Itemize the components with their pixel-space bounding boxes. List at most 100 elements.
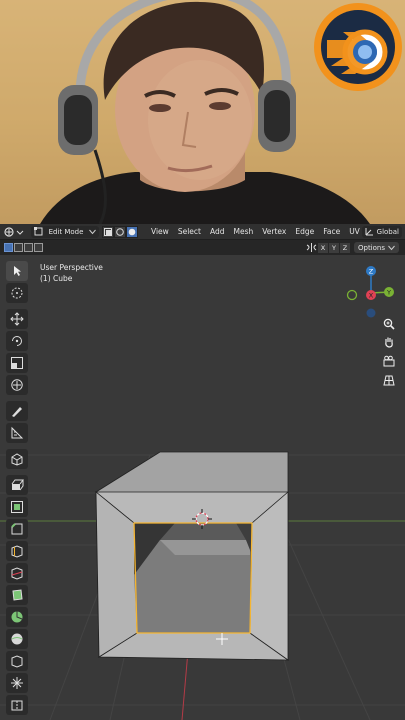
bevel-tool[interactable] — [5, 519, 28, 539]
poly-build-tool[interactable] — [5, 585, 28, 605]
zoom-icon — [383, 318, 395, 330]
rotate-icon — [11, 336, 22, 346]
rip-tool[interactable] — [5, 695, 28, 715]
solid-shading-icon — [128, 228, 136, 235]
mirror-x-toggle[interactable]: X — [317, 242, 328, 253]
poly-build-icon — [11, 589, 23, 601]
select-box-icon — [13, 266, 21, 276]
shrink-fatten-tool[interactable] — [5, 673, 28, 693]
menu-add[interactable]: Add — [210, 227, 225, 236]
selection-mode-group — [4, 243, 43, 252]
chevron-down-icon — [388, 245, 395, 250]
mode-label: Edit Mode — [48, 227, 84, 236]
inset-tool[interactable] — [5, 497, 28, 517]
loop-cut-tool[interactable] — [5, 541, 28, 561]
scale-tool[interactable] — [5, 353, 28, 373]
xray-icon — [104, 227, 112, 236]
edit-mode-icon — [34, 227, 43, 236]
chevron-down-icon — [89, 229, 96, 234]
menu-select[interactable]: Select — [178, 227, 201, 236]
menu-view[interactable]: View — [151, 227, 169, 236]
edge-slide-tool[interactable] — [5, 651, 28, 671]
measure-tool[interactable] — [5, 423, 28, 443]
scene-render — [0, 451, 405, 720]
editor-header: Edit Mode View Select Add Mesh Vertex Ed… — [0, 224, 405, 240]
xray-toggle[interactable] — [102, 225, 114, 238]
menu-edge[interactable]: Edge — [295, 227, 314, 236]
mirror-y-toggle[interactable]: Y — [328, 242, 339, 253]
perspective-toggle-button[interactable] — [381, 372, 397, 388]
inset-icon — [10, 501, 23, 513]
gizmo-z-label: Z — [369, 268, 374, 276]
smooth-tool[interactable] — [5, 629, 28, 649]
smooth-icon — [11, 633, 22, 645]
zoom-button[interactable] — [381, 316, 397, 332]
camera-icon — [383, 355, 395, 367]
cursor-tool[interactable] — [5, 283, 28, 303]
orientation-axes-icon — [365, 228, 373, 236]
wireframe-icon — [116, 227, 124, 236]
options-dropdown[interactable]: Options — [353, 242, 399, 253]
rip-icon — [11, 700, 22, 711]
annotate-tool[interactable] — [5, 401, 28, 421]
scale-icon — [10, 357, 23, 369]
edge-select-button[interactable] — [14, 243, 23, 252]
extrude-tool[interactable] — [5, 475, 28, 495]
gizmo-neg-y-axis[interactable] — [346, 289, 358, 301]
bevel-icon — [10, 523, 22, 535]
gizmo-neg-z-axis[interactable] — [366, 308, 376, 318]
options-label: Options — [357, 243, 385, 252]
spin-icon — [11, 611, 22, 623]
view-name-label: User Perspective — [40, 263, 103, 272]
active-object-label: (1) Cube — [40, 274, 73, 283]
grid-icon — [383, 375, 395, 386]
pan-button[interactable] — [381, 334, 397, 350]
transform-orientation-dropdown[interactable]: Global — [361, 225, 402, 238]
webcam-feed — [0, 0, 405, 224]
menu-uv[interactable]: UV — [349, 227, 360, 236]
shading-wireframe-button[interactable] — [114, 225, 126, 238]
move-icon — [9, 312, 24, 326]
menu-face[interactable]: Face — [323, 227, 340, 236]
viewport-editor-icon — [4, 226, 24, 237]
add-cube-tool[interactable] — [5, 449, 28, 469]
edge-slide-icon — [11, 655, 22, 668]
mirror-z-toggle[interactable]: Z — [339, 242, 350, 253]
select-box-tool[interactable] — [5, 261, 28, 281]
add-cube-icon — [11, 453, 22, 466]
navigation-gizmo[interactable]: Z Y X — [342, 261, 404, 323]
knife-icon — [11, 567, 22, 580]
vertex-select-button[interactable] — [4, 243, 13, 252]
menu-mesh[interactable]: Mesh — [233, 227, 253, 236]
annotate-icon — [11, 407, 22, 417]
gizmo-y-label: Y — [386, 289, 391, 297]
knife-tool[interactable] — [5, 563, 28, 583]
shading-toggle-group — [102, 225, 138, 238]
face-select-button[interactable] — [24, 243, 33, 252]
blender-logo-icon — [313, 2, 403, 92]
camera-view-button[interactable] — [381, 353, 397, 369]
cube-mesh — [94, 451, 290, 661]
tool-header: X Y Z Options — [0, 240, 405, 255]
mode-dropdown[interactable]: Edit Mode — [31, 225, 99, 238]
select-mode-extra-button[interactable] — [34, 243, 43, 252]
rotate-tool[interactable] — [5, 331, 28, 351]
cursor-icon — [11, 287, 22, 299]
transform-tool[interactable] — [5, 375, 28, 395]
editor-type-dropdown[interactable] — [3, 225, 29, 238]
menu-vertex[interactable]: Vertex — [262, 227, 286, 236]
shading-solid-button[interactable] — [126, 225, 138, 238]
gizmo-x-label: X — [369, 292, 374, 300]
3d-viewport[interactable]: User Perspective (1) Cube Z Y X — [0, 255, 405, 720]
hand-pan-icon — [385, 337, 393, 348]
spin-tool[interactable] — [5, 607, 28, 627]
loop-cut-icon — [11, 545, 22, 558]
orientation-label: Global — [376, 227, 399, 236]
extrude-icon — [11, 479, 24, 491]
tool-shelf — [4, 261, 29, 717]
move-tool[interactable] — [5, 309, 28, 329]
mirror-axis-group: X Y Z — [306, 242, 350, 253]
butterfly-mirror-icon — [306, 243, 317, 252]
transform-icon — [10, 379, 23, 391]
measure-icon — [11, 426, 23, 439]
